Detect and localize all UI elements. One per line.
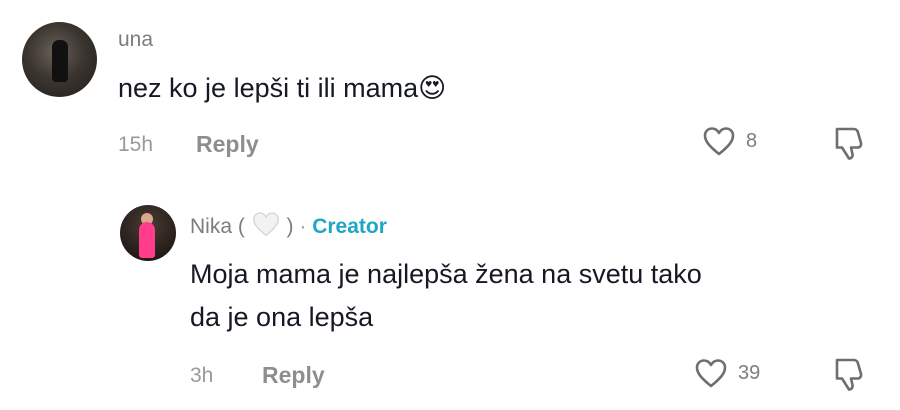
separator-dot: ·	[299, 215, 307, 238]
creator-badge: Creator	[312, 215, 387, 238]
comment-text-body: nez ko je lepši ti ili mama	[118, 73, 419, 103]
like-count-2: 39	[738, 361, 761, 384]
reply-button[interactable]: Reply	[196, 131, 259, 158]
like-count: 8	[746, 129, 758, 152]
dislike-icon	[835, 127, 863, 160]
reply-text-line1: Moja mama je najlepša žena na svetu tako	[190, 259, 702, 289]
comment-text: nez ko je lepši ti ili mama😍	[118, 68, 446, 108]
reply-button-2[interactable]: Reply	[262, 362, 325, 389]
like-button-2[interactable]: 39	[694, 357, 760, 389]
like-button[interactable]: 8	[702, 125, 757, 157]
heart-outline-icon	[703, 127, 735, 156]
reply-timestamp: 3h	[190, 364, 214, 387]
dislike-icon	[835, 358, 863, 391]
reply-text-line2: da je ona lepša	[190, 302, 374, 332]
username-suffix: )	[286, 215, 294, 238]
dislike-button-2[interactable]	[832, 356, 866, 399]
dislike-button[interactable]	[832, 125, 866, 168]
heart-outline-icon	[695, 359, 727, 388]
comment-timestamp: 15h	[118, 133, 154, 156]
username-prefix: Nika (	[190, 215, 245, 238]
avatar-nika[interactable]	[120, 205, 176, 261]
avatar-una[interactable]	[22, 22, 97, 97]
heart-eyes-emoji: 😍	[418, 73, 447, 103]
username-una[interactable]: una	[118, 28, 153, 52]
white-heart-icon	[252, 212, 279, 237]
username-nika[interactable]: Nika ( ) · Creator	[190, 210, 387, 239]
